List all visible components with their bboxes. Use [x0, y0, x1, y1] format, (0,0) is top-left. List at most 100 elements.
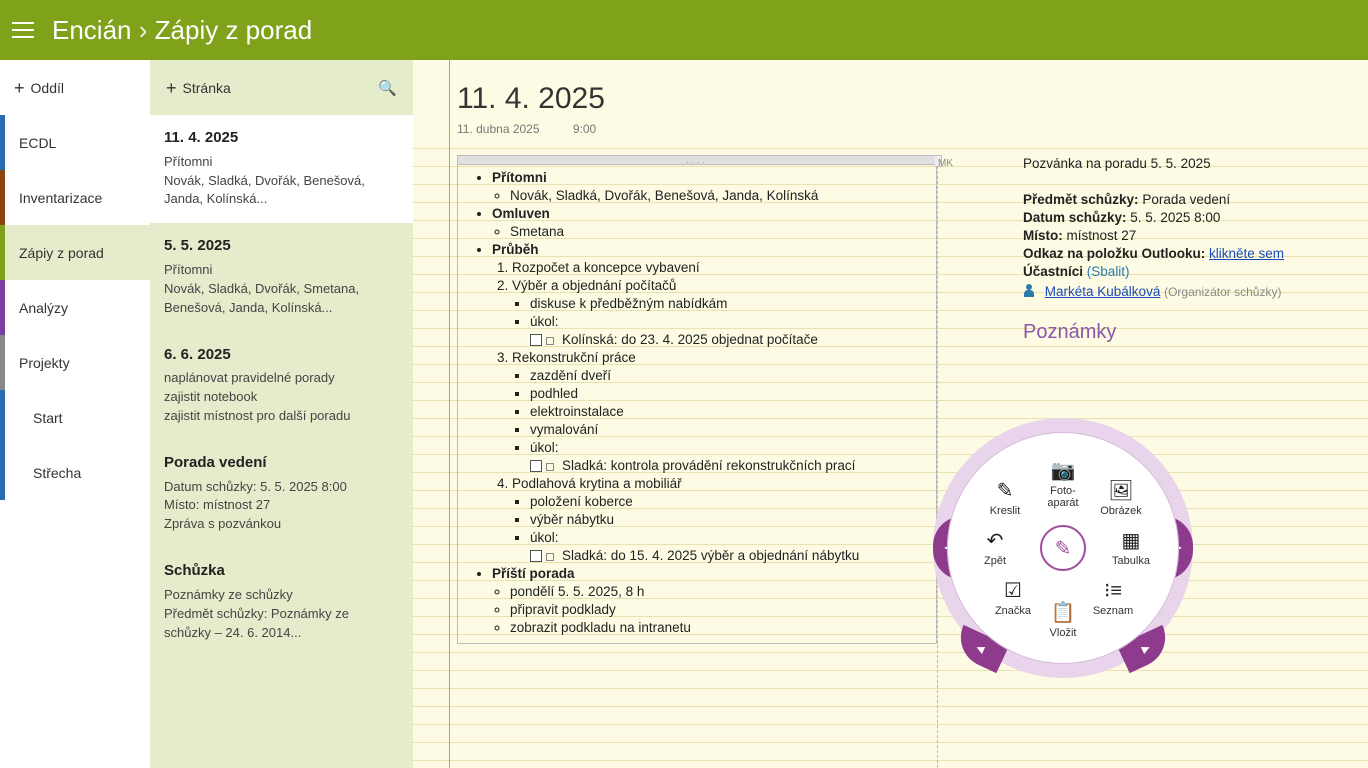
text: zobrazit podkladu na intranetu — [510, 619, 926, 637]
window-title: Encián › Zápiy z porad — [52, 15, 312, 46]
section-sub-label: Start — [33, 410, 63, 426]
section-item-inventarizace[interactable]: Inventarizace — [0, 170, 150, 225]
radial-item-label: Značka — [995, 605, 1031, 617]
section-item-analyzy[interactable]: Analýzy — [0, 280, 150, 335]
task-text: Sladká: kontrola provádění rekonstrukční… — [562, 458, 855, 473]
text: připravit podklady — [510, 601, 926, 619]
page-icon: ✎ — [1055, 536, 1072, 561]
search-icon[interactable]: 🔍 — [378, 79, 397, 97]
radial-item-label: Seznam — [1093, 605, 1133, 617]
heading-omluven: Omluven — [492, 206, 550, 221]
page-card-title: 5. 5. 2025 — [164, 235, 399, 257]
invite-value: místnost 27 — [1067, 228, 1137, 243]
heading-prubeh: Průběh — [492, 242, 539, 257]
invite-label: Předmět schůzky: — [1023, 192, 1139, 207]
section-label: Zápiy z porad — [19, 245, 104, 261]
person-icon — [1023, 284, 1035, 298]
section-label: ECDL — [19, 135, 56, 151]
task-text: Sladká: do 15. 4. 2025 výběr a objednání… — [562, 548, 859, 563]
text: podhled — [530, 385, 926, 403]
table-icon: ▦ — [1099, 528, 1163, 553]
notebook-name: Encián — [52, 15, 132, 45]
radial-center-button[interactable]: ✎ — [1040, 525, 1086, 571]
page-date: 11. dubna 2025 — [457, 122, 540, 136]
radial-item-label: Tabulka — [1112, 555, 1150, 567]
list-icon: ⁝≡ — [1081, 578, 1145, 603]
frame-grip[interactable]: .... — [458, 156, 936, 165]
radial-item-tabulka[interactable]: ▦ Tabulka — [1099, 528, 1163, 567]
text: Smetana — [510, 223, 926, 241]
page-title[interactable]: 11. 4. 2025 — [457, 82, 605, 116]
titlebar: Encián › Zápiy z porad — [0, 0, 1368, 60]
invite-label: Datum schůzky: — [1023, 210, 1127, 225]
organizer-link[interactable]: Markéta Kubálková — [1045, 284, 1161, 299]
add-section-label: Oddíl — [31, 80, 64, 96]
page-card[interactable]: 5. 5. 2025 Přítomni Novák, Sladká, Dvořá… — [150, 223, 413, 331]
note-canvas[interactable]: 11. 4. 2025 11. dubna 2025 9:00 .... Pří… — [413, 60, 1368, 768]
section-item-zapiy[interactable]: Zápiy z porad — [0, 225, 150, 280]
page-card-line: Předmět schůzky: Poznámky ze schůzky – 2… — [164, 605, 399, 643]
radial-item-label: Kreslit — [990, 505, 1021, 517]
page-card[interactable]: 6. 6. 2025 naplánovat pravidelné porady … — [150, 332, 413, 440]
image-icon: 🖼 — [1089, 478, 1153, 503]
page-card-line: Datum schůzky: 5. 5. 2025 8:00 — [164, 478, 399, 497]
invite-label: Odkaz na položku Outlooku: — [1023, 246, 1205, 261]
page-card[interactable]: Schůzka Poznámky ze schůzky Předmět schů… — [150, 548, 413, 656]
text: zazdění dveří — [530, 367, 926, 385]
add-page-button[interactable]: + Stránka — [166, 79, 231, 97]
frame-body[interactable]: Přítomni Novák, Sladká, Dvořák, Benešová… — [458, 165, 936, 643]
radial-item-kreslit[interactable]: ✎ Kreslit — [973, 478, 1037, 517]
text: Výběr a objednání počítačů — [512, 278, 676, 293]
page-meta: 11. dubna 2025 9:00 — [457, 122, 605, 136]
text: elektroinstalace — [530, 403, 926, 421]
radial-menu[interactable]: ◀ ▶ ◀ ▶ ✎ ✎Kreslit 📷Foto- aparát 🖼Obráze… — [933, 418, 1193, 678]
section-sub-start[interactable]: Start — [0, 390, 150, 445]
radial-item-label: Vložit — [1050, 627, 1077, 639]
author-initials: MK — [938, 155, 953, 173]
invite-label: Místo: — [1023, 228, 1063, 243]
page-card-line: Zpráva s pozvánkou — [164, 515, 399, 534]
text: pondělí 5. 5. 2025, 8 h — [510, 583, 926, 601]
page-card-line: Přítomni — [164, 261, 399, 280]
page-card-line: zajistit notebook — [164, 388, 399, 407]
page-card[interactable]: 11. 4. 2025 Přítomni Novák, Sladká, Dvoř… — [150, 115, 413, 223]
invite-value: Porada vedení — [1142, 192, 1230, 207]
sections-sidebar: + Oddíl ECDL Inventarizace Zápiy z porad… — [0, 60, 150, 768]
invite-block[interactable]: MK Pozvánka na poradu 5. 5. 2025 Předmět… — [943, 155, 1343, 341]
text: Rozpočet a koncepce vybavení — [512, 259, 926, 277]
invite-header: Pozvánka na poradu 5. 5. 2025 — [1023, 155, 1343, 173]
collapse-link[interactable]: (Sbalit) — [1087, 264, 1130, 279]
text: Novák, Sladká, Dvořák, Benešová, Janda, … — [510, 187, 926, 205]
radial-item-label: Foto- aparát — [1047, 485, 1078, 509]
hamburger-icon[interactable] — [12, 22, 34, 38]
page-card-title: 6. 6. 2025 — [164, 344, 399, 366]
section-name: Zápiy z porad — [155, 15, 313, 45]
section-item-projekty[interactable]: Projekty — [0, 335, 150, 390]
task-tag-icon — [546, 337, 554, 345]
outlook-link[interactable]: klikněte sem — [1209, 246, 1284, 261]
note-frame[interactable]: .... Přítomni Novák, Sladká, Dvořák, Ben… — [457, 155, 937, 644]
task-checkbox[interactable] — [530, 550, 542, 562]
invite-value: 5. 5. 2025 8:00 — [1130, 210, 1220, 225]
radial-item-foto[interactable]: 📷Foto- aparát — [1031, 458, 1095, 509]
section-sub-strecha[interactable]: Střecha — [0, 445, 150, 500]
plus-icon: + — [166, 79, 177, 97]
text: položení koberce — [530, 493, 926, 511]
radial-item-seznam[interactable]: ⁝≡ Seznam — [1081, 578, 1145, 617]
page-card[interactable]: Porada vedení Datum schůzky: 5. 5. 2025 … — [150, 440, 413, 548]
page-card-title: Schůzka — [164, 560, 399, 582]
section-item-ecdl[interactable]: ECDL — [0, 115, 150, 170]
pages-list: + Stránka 🔍 11. 4. 2025 Přítomni Novák, … — [150, 60, 413, 768]
task-text: Kolínská: do 23. 4. 2025 objednat počíta… — [562, 332, 818, 347]
radial-item-label: Obrázek — [1100, 505, 1142, 517]
pen-icon: ✎ — [973, 478, 1037, 503]
task-tag-icon — [546, 463, 554, 471]
page-time: 9:00 — [573, 122, 596, 136]
task-checkbox[interactable] — [530, 460, 542, 472]
task-checkbox[interactable] — [530, 334, 542, 346]
add-section-button[interactable]: + Oddíl — [0, 60, 150, 115]
radial-item-zpet[interactable]: ↶Zpět — [963, 528, 1027, 567]
radial-item-obrazek[interactable]: 🖼 Obrázek — [1089, 478, 1153, 517]
notes-heading: Poznámky — [1023, 323, 1343, 341]
heading-pristi: Příští porada — [492, 566, 575, 581]
